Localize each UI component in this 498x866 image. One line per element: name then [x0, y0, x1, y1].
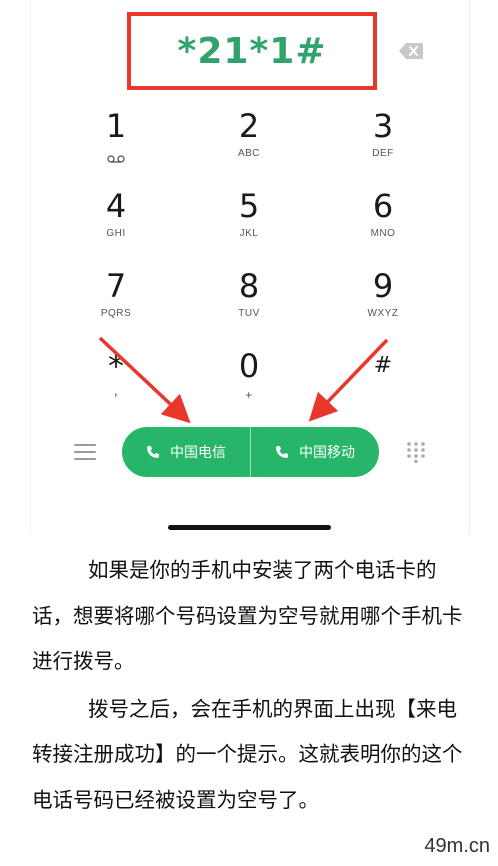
key-7[interactable]: 7 PQRS — [71, 268, 161, 338]
key-digit: 1 — [105, 107, 127, 145]
key-4[interactable]: 4 GHI — [71, 188, 161, 258]
menu-icon[interactable] — [74, 444, 96, 462]
key-digit: 4 — [105, 187, 127, 225]
key-letters: WXYZ — [367, 308, 399, 319]
key-digit: 9 — [372, 267, 394, 305]
dialed-number-highlight: *21*1# — [127, 12, 377, 90]
key-hash[interactable]: # — [338, 348, 428, 418]
key-letters: ABC — [237, 148, 261, 159]
key-letters: MNO — [370, 228, 396, 239]
keypad-grid-icon[interactable] — [405, 441, 427, 464]
home-indicator[interactable] — [168, 525, 331, 530]
article-paragraph: 如果是你的手机中安装了两个电话卡的话，想要将哪个号码设置为空号就用哪个手机卡进行… — [32, 558, 463, 673]
dual-sim-call-group: 中国电信 中国移动 — [122, 427, 379, 477]
key-8[interactable]: 8 TUV — [204, 268, 294, 338]
key-letters: TUV — [238, 308, 260, 319]
key-digit: 0 — [238, 347, 260, 385]
key-letters: PQRS — [100, 308, 132, 319]
key-star[interactable]: * , — [71, 348, 161, 418]
key-letters: JKL — [239, 228, 259, 239]
call-button-china-telecom[interactable]: 中国电信 — [122, 427, 250, 477]
key-digit: # — [373, 353, 393, 378]
key-5[interactable]: 5 JKL — [204, 188, 294, 258]
call-button-label: 中国电信 — [170, 445, 226, 461]
key-digit: 2 — [238, 107, 260, 145]
key-digit: 8 — [238, 267, 260, 305]
article-text: 如果是你的手机中安装了两个电话卡的话，想要将哪个号码设置为空号就用哪个手机卡进行… — [32, 548, 472, 823]
key-1[interactable]: 1 — [71, 108, 161, 178]
voicemail-icon — [107, 148, 125, 167]
key-9[interactable]: 9 WXYZ — [338, 268, 428, 338]
key-digit: 7 — [105, 267, 127, 305]
dialed-number: *21*1# — [177, 30, 327, 72]
call-button-china-mobile[interactable]: 中国移动 — [251, 427, 379, 477]
key-letters: , — [113, 382, 119, 398]
backspace-icon[interactable] — [398, 42, 424, 60]
key-0[interactable]: 0 + — [204, 348, 294, 418]
key-letters: DEF — [372, 148, 394, 159]
key-letters: + — [245, 388, 253, 402]
key-digit: * — [108, 347, 124, 385]
key-digit: 6 — [372, 187, 394, 225]
phone-icon — [276, 446, 288, 458]
site-watermark: 49m.cn — [424, 835, 490, 857]
call-button-label: 中国移动 — [299, 445, 355, 461]
key-2[interactable]: 2 ABC — [204, 108, 294, 178]
key-3[interactable]: 3 DEF — [338, 108, 428, 178]
key-digit: 3 — [372, 107, 394, 145]
key-digit: 5 — [238, 187, 260, 225]
phone-icon — [147, 446, 159, 458]
article-paragraph: 拨号之后，会在手机的界面上出现【来电转接注册成功】的一个提示。这就表明你的这个电… — [32, 696, 463, 812]
key-6[interactable]: 6 MNO — [338, 188, 428, 258]
key-letters: GHI — [106, 228, 126, 239]
